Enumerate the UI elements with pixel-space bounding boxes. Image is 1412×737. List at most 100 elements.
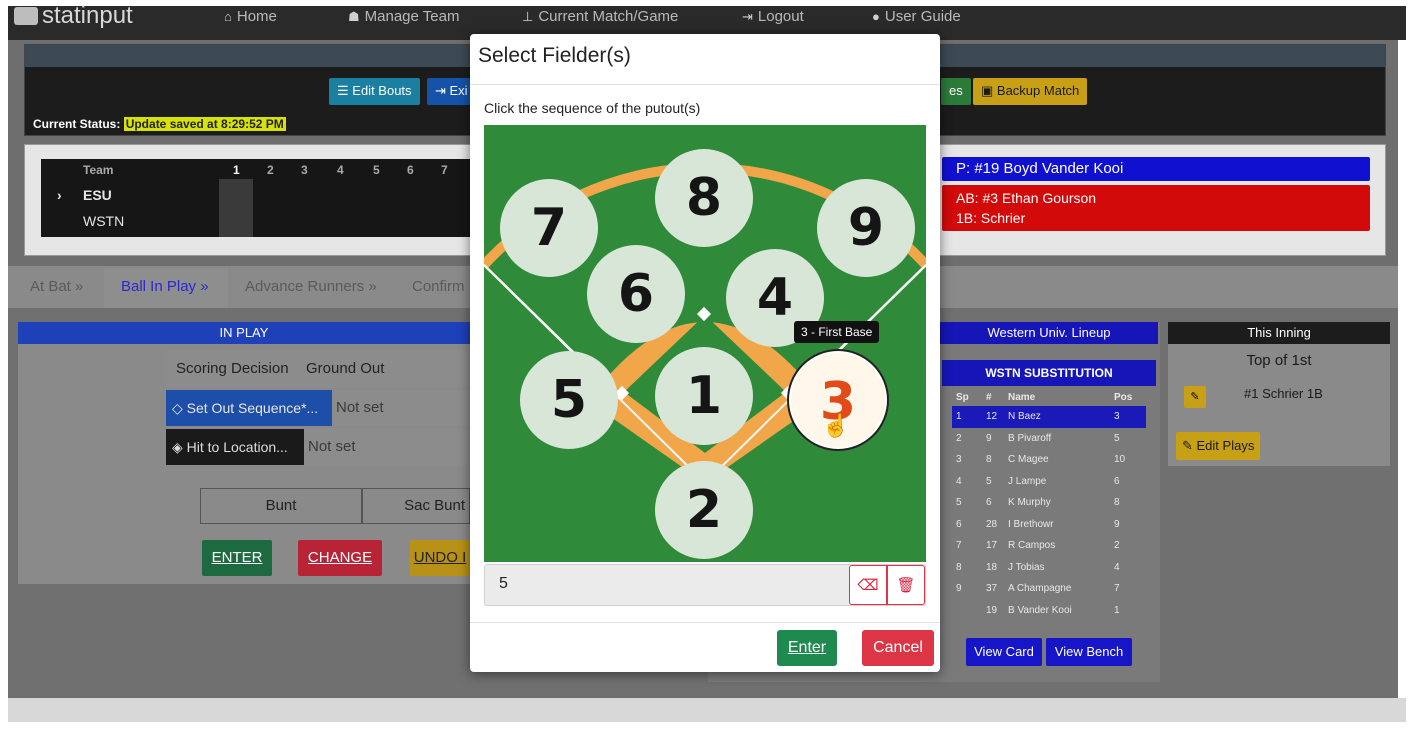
lineup-name: B Pivaroff (1008, 432, 1052, 444)
lineup-row[interactable]: 6 28 I Brethowr 9 (952, 514, 1146, 536)
lineup-number: 12 (986, 411, 998, 422)
lineup-position: 10 (1114, 454, 1126, 465)
lineup-position: 3 (1114, 411, 1120, 422)
lineup-name: J Lampe (1008, 475, 1047, 487)
inning-1: 1 (233, 163, 240, 177)
hit-location-value: Not set (304, 429, 470, 465)
nav-manage-team[interactable]: ☗ Manage Team (348, 8, 459, 25)
lineup-row[interactable]: 2 9 B Pivaroff 5 (952, 428, 1146, 450)
lineup-row[interactable]: 8 18 J Tobias 4 (952, 557, 1146, 579)
lineup-row[interactable]: 9 37 A Champagne 7 (952, 578, 1146, 600)
tab-at-bat[interactable]: At Bat » (30, 278, 83, 295)
lineup-row[interactable]: 3 8 C Magee 10 (952, 449, 1146, 471)
change-button[interactable]: CHANGE (298, 540, 382, 576)
fielder-7-button[interactable]: 7 (500, 179, 598, 277)
modal-enter-button[interactable]: Enter (777, 630, 837, 666)
batter-bar: AB: #3 Ethan Gourson 1B: Schrier (942, 185, 1370, 231)
lineup-position: 7 (1114, 583, 1120, 594)
fielder-5-button[interactable]: 5 (520, 351, 618, 449)
set-out-sequence-button[interactable]: ◇ Set Out Sequence*... (166, 390, 332, 426)
backup-match-button[interactable]: ▣ Backup Match (973, 78, 1088, 105)
edit-plays-button[interactable]: ✎ Edit Plays (1176, 432, 1261, 460)
enter-action-button[interactable]: ENTER (202, 540, 272, 576)
edit-bouts-button[interactable]: ☰ Edit Bouts (329, 78, 420, 105)
sac-bunt-button[interactable]: Sac Bunt (362, 488, 470, 524)
line-score: Team 1 2 3 4 5 6 7 › ESU WSTN (41, 159, 471, 237)
nav-current-match[interactable]: ⊥ Current Match/Game (522, 8, 678, 25)
info-icon: ● (872, 9, 880, 24)
fielder-8-button[interactable]: 8 (655, 149, 753, 247)
nav-home[interactable]: ⌂ Home (224, 8, 277, 25)
inning-5: 5 (373, 163, 380, 177)
select-fielder-modal: Select Fielder(s) Click the sequence of … (470, 34, 940, 672)
fielder-2-button[interactable]: 2 (655, 461, 753, 559)
lineup-position: 6 (1114, 475, 1120, 487)
lineup-row[interactable]: 1 12 N Baez 3 (952, 406, 1146, 428)
lineup-subheader: WSTN SUBSTITUTION (942, 360, 1156, 386)
trash-icon[interactable]: 🗑 (887, 565, 925, 605)
lineup-rows: 1 12 N Baez 3 2 9 B Pivaroff 5 3 8 C Magee 10 4 5 J La… (952, 406, 1146, 621)
lineup-row[interactable]: 7 17 R Campos 2 (952, 535, 1146, 557)
bunt-button[interactable]: Bunt (200, 488, 362, 524)
hit-location-button[interactable]: ◈ Hit to Location... (166, 429, 304, 465)
lineup-position: 2 (1114, 540, 1120, 551)
exit-icon: ⇥ (435, 83, 450, 98)
lineup-name: B Vander Kooi (1008, 604, 1072, 616)
team-header: Team (83, 163, 114, 177)
current-inning-column (219, 179, 253, 237)
target-icon: ◈ (172, 439, 187, 455)
lineup-number: 17 (986, 540, 998, 551)
inning-play: #1 Schrier 1B (1244, 386, 1323, 401)
lineup-row[interactable]: 4 5 J Lampe 6 (952, 471, 1146, 493)
tab-ball-in-play[interactable]: Ball In Play » (121, 278, 209, 295)
tab-advance-runners[interactable]: Advance Runners » (245, 278, 377, 295)
view-bench-button[interactable]: View Bench (1046, 638, 1132, 666)
pencil-icon: ✎ (1182, 438, 1197, 453)
set-out-sequence-value: Not set (332, 390, 470, 426)
lineup-number: 5 (986, 475, 992, 487)
chevron-right-icon: › (57, 187, 62, 203)
lineup-position: 8 (1114, 497, 1120, 508)
lineup-spot: 9 (956, 583, 962, 594)
lineup-spot: 3 (956, 454, 962, 465)
hand-cursor-icon: ☝ (822, 413, 850, 438)
nav-logout[interactable]: ⇥ Logout (742, 8, 804, 25)
fielder-6-button[interactable]: 6 (587, 245, 685, 343)
save-icon: ▣ (981, 83, 997, 98)
view-card-button[interactable]: View Card (966, 638, 1042, 666)
undo-button[interactable]: UNDO I (410, 540, 470, 576)
substitutes-button[interactable]: es (941, 78, 971, 105)
fielder-9-button[interactable]: 9 (817, 179, 915, 277)
logout-icon: ⇥ (742, 9, 753, 24)
nav-user-guide[interactable]: ● User Guide (872, 8, 961, 25)
sequence-value: 5 (499, 575, 508, 592)
fielder-1-button[interactable]: 1 (655, 347, 753, 445)
lineup-number: 28 (986, 518, 998, 530)
inning-header: This Inning (1168, 322, 1390, 344)
lineup-row[interactable]: 5 6 K Murphy 8 (952, 492, 1146, 514)
lineup-number: 19 (986, 604, 998, 616)
lineup-number: 8 (986, 454, 992, 465)
scoring-decision-row[interactable]: Scoring Decision Ground Out (166, 351, 470, 387)
home-icon: ⌂ (224, 9, 232, 24)
in-play-header: IN PLAY (18, 322, 470, 344)
current-status: Current Status: Update saved at 8:29:52 … (33, 117, 286, 131)
lineup-spot: 2 (956, 432, 962, 444)
lineup-name: J Tobias (1008, 561, 1045, 573)
app-logo[interactable]: statinput (14, 2, 133, 30)
lineup-header: Western Univ. Lineup (940, 322, 1158, 344)
edit-play-icon[interactable]: ✎ (1184, 386, 1206, 408)
diamond-icon: ◇ (172, 400, 187, 416)
lineup-number: 6 (986, 497, 992, 508)
exit-button[interactable]: ⇥ Exi (427, 78, 471, 105)
lineup-row[interactable]: 19 B Vander Kooi 1 (952, 600, 1146, 622)
tab-confirm[interactable]: Confirm (412, 278, 465, 295)
inning-4: 4 (337, 163, 344, 177)
lineup-spot: 1 (956, 411, 962, 422)
modal-title: Select Fielder(s) (478, 44, 631, 67)
modal-cancel-button[interactable]: Cancel (862, 630, 934, 666)
team-away: ESU (83, 187, 112, 203)
lineup-name: I Brethowr (1008, 518, 1054, 530)
backspace-icon[interactable]: ⌫ (849, 565, 887, 605)
sequence-input[interactable]: 5 ⌫ 🗑 (484, 564, 926, 606)
